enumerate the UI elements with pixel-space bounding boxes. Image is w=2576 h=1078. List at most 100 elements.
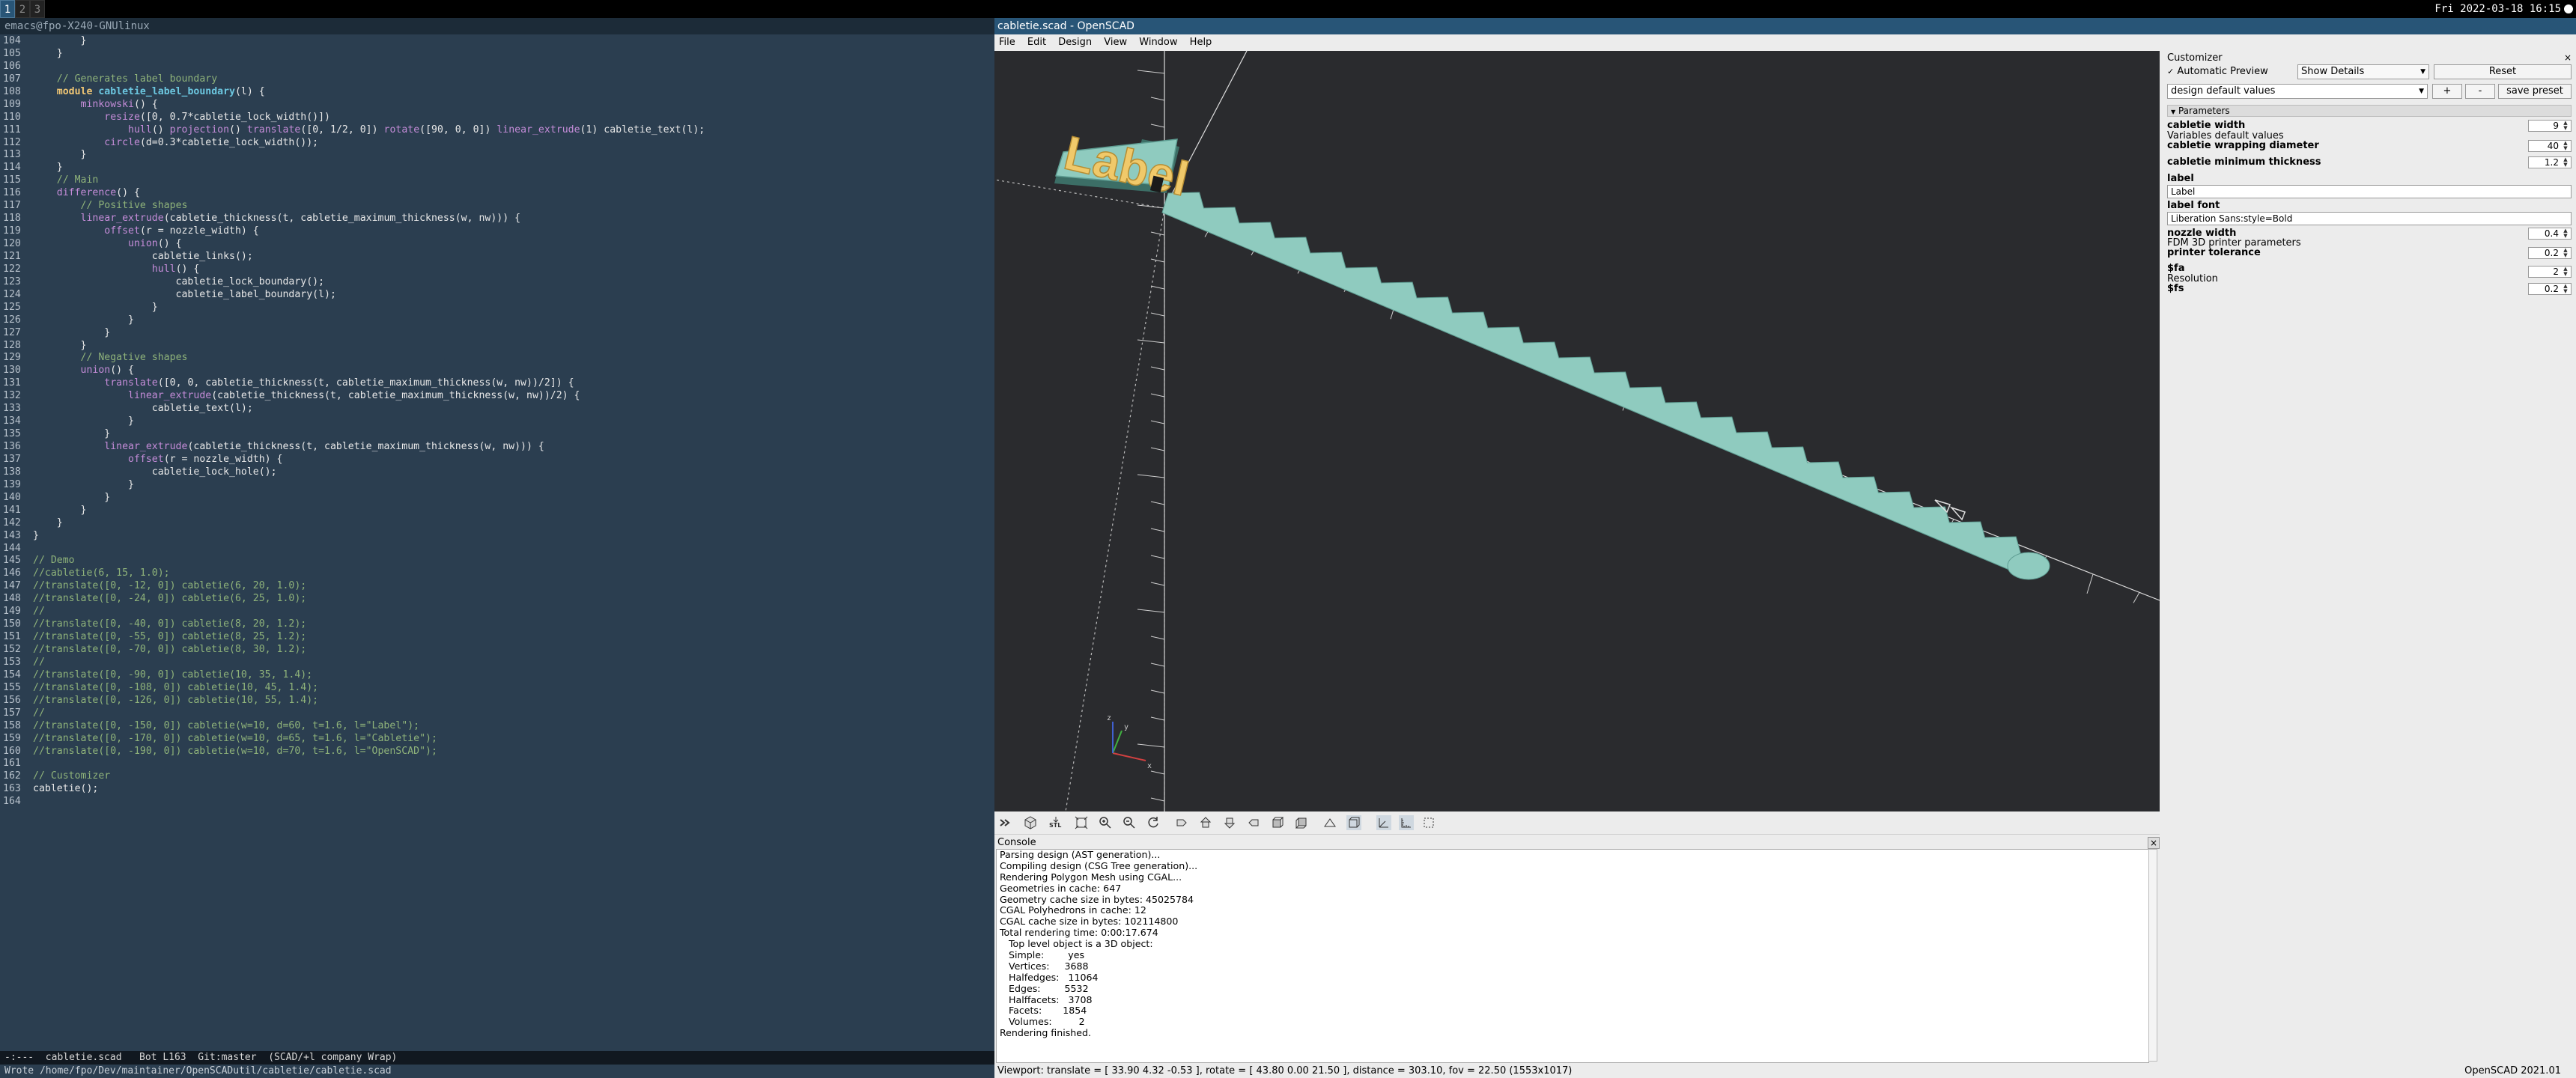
view-left-icon[interactable] xyxy=(1246,815,1261,830)
reset-button[interactable]: Reset xyxy=(2434,64,2572,79)
code-line[interactable]: 127 } xyxy=(0,327,994,340)
perspective-icon[interactable] xyxy=(1322,815,1337,830)
code-line[interactable]: 130 union() { xyxy=(0,365,994,377)
code-line[interactable]: 121 cabletie_links(); xyxy=(0,251,994,264)
code-line[interactable]: 108 module cabletie_label_boundary(l) { xyxy=(0,86,994,99)
code-line[interactable]: 119 offset(r = nozzle_width) { xyxy=(0,225,994,238)
render-icon[interactable] xyxy=(1023,815,1038,830)
zoom-out-icon[interactable] xyxy=(1122,815,1137,830)
param-width-input[interactable]: 9 ▲ ▼ xyxy=(2528,120,2572,132)
param-label-input[interactable]: Label xyxy=(2167,185,2572,198)
code-line[interactable]: 144 xyxy=(0,543,994,555)
code-line[interactable]: 145 // Demo xyxy=(0,555,994,567)
param-fs-input[interactable]: 0.2 ▲ ▼ xyxy=(2528,283,2572,295)
code-line[interactable]: 129 // Negative shapes xyxy=(0,352,994,365)
preset-select[interactable]: design default values ▼ xyxy=(2167,84,2428,99)
view-top-icon[interactable] xyxy=(1198,815,1213,830)
remove-preset-button[interactable]: - xyxy=(2465,84,2495,99)
code-line[interactable]: 161 xyxy=(0,758,994,770)
view-bottom-icon[interactable] xyxy=(1222,815,1237,830)
automatic-preview-checkbox[interactable]: ✓ Automatic Preview xyxy=(2167,66,2268,77)
menu-design[interactable]: Design xyxy=(1054,34,1096,51)
menu-file[interactable]: File xyxy=(994,34,1020,51)
param-fa-input[interactable]: 2 ▲ ▼ xyxy=(2528,266,2572,278)
code-line[interactable]: 104 } xyxy=(0,35,994,48)
code-line[interactable]: 125 } xyxy=(0,302,994,314)
workspace-1-button[interactable]: 1 xyxy=(0,0,15,18)
orthogonal-icon[interactable] xyxy=(1346,815,1361,830)
code-line[interactable]: 155 //translate([0, -108, 0]) cabletie(10… xyxy=(0,682,994,695)
code-line[interactable]: 149 // xyxy=(0,606,994,618)
customizer-close-icon[interactable]: × xyxy=(2564,52,2572,63)
menu-window[interactable]: Window xyxy=(1134,34,1182,51)
param-diameter-input[interactable]: 40 ▲ ▼ xyxy=(2528,140,2572,152)
export-stl-icon[interactable]: STL xyxy=(1048,815,1063,830)
3d-viewport[interactable]: Label z y x xyxy=(994,51,2160,811)
view-all-icon[interactable] xyxy=(1074,815,1089,830)
code-line[interactable]: 146 //cabletie(6, 15, 1.0); xyxy=(0,567,994,580)
code-line[interactable]: 131 translate([0, 0, cabletie_thickness(… xyxy=(0,377,994,390)
workspace-3-button[interactable]: 3 xyxy=(30,0,45,18)
parameters-group-header[interactable]: ▼ Parameters xyxy=(2167,105,2572,117)
console-output[interactable]: Parsing design (AST generation)... Compil… xyxy=(996,849,2149,1063)
code-line[interactable]: 106 xyxy=(0,61,994,73)
code-line[interactable]: 133 cabletie_text(l); xyxy=(0,403,994,415)
code-line[interactable]: 157 // xyxy=(0,707,994,720)
param-min-thickness-input[interactable]: 1.2 ▲ ▼ xyxy=(2528,156,2572,168)
code-line[interactable]: 154 //translate([0, -90, 0]) cabletie(10,… xyxy=(0,669,994,682)
show-details-select[interactable]: Show Details ▼ xyxy=(2297,64,2429,79)
code-line[interactable]: 164 xyxy=(0,796,994,808)
code-line[interactable]: 162 // Customizer xyxy=(0,770,994,783)
code-buffer[interactable]: 104 } 105 } 106 107 // Generates label boun… xyxy=(0,35,994,1053)
show-scale-icon[interactable] xyxy=(1399,815,1414,830)
code-line[interactable]: 110 resize([0, 0.7*cabletie_lock_width()… xyxy=(0,112,994,124)
menu-view[interactable]: View xyxy=(1099,34,1131,51)
code-line[interactable]: 156 //translate([0, -126, 0]) cabletie(10… xyxy=(0,695,994,707)
code-line[interactable]: 132 linear_extrude(cabletie_thickness(t,… xyxy=(0,390,994,403)
menu-edit[interactable]: Edit xyxy=(1023,34,1051,51)
preview-icon[interactable] xyxy=(997,815,1012,830)
code-line[interactable]: 134 } xyxy=(0,415,994,428)
param-tolerance-input[interactable]: 0.2 ▲ ▼ xyxy=(2528,247,2572,259)
param-font-input[interactable]: Liberation Sans:style=Bold xyxy=(2167,212,2572,225)
code-line[interactable]: 141 } xyxy=(0,505,994,517)
code-line[interactable]: 163 cabletie(); xyxy=(0,783,994,796)
code-line[interactable]: 124 cabletie_label_boundary(l); xyxy=(0,289,994,302)
workspace-2-button[interactable]: 2 xyxy=(15,0,30,18)
code-line[interactable]: 109 minkowski() { xyxy=(0,99,994,112)
code-line[interactable]: 150 //translate([0, -40, 0]) cabletie(8, … xyxy=(0,618,994,631)
code-line[interactable]: 122 hull() { xyxy=(0,264,994,276)
code-line[interactable]: 117 // Positive shapes xyxy=(0,200,994,213)
code-line[interactable]: 115 // Main xyxy=(0,174,994,187)
code-line[interactable]: 138 cabletie_lock_hole(); xyxy=(0,466,994,479)
view-right-icon[interactable] xyxy=(1174,815,1189,830)
add-preset-button[interactable]: + xyxy=(2432,84,2462,99)
code-line[interactable]: 116 difference() { xyxy=(0,187,994,200)
code-line[interactable]: 113 } xyxy=(0,149,994,162)
code-line[interactable]: 142 } xyxy=(0,517,994,530)
code-line[interactable]: 123 cabletie_lock_boundary(); xyxy=(0,276,994,289)
view-back-icon[interactable] xyxy=(1294,815,1309,830)
code-line[interactable]: 118 linear_extrude(cabletie_thickness(t,… xyxy=(0,213,994,225)
menu-help[interactable]: Help xyxy=(1185,34,1217,51)
code-line[interactable]: 153 // xyxy=(0,657,994,669)
code-line[interactable]: 112 circle(d=0.3*cabletie_lock_width()); xyxy=(0,137,994,150)
code-line[interactable]: 137 offset(r = nozzle_width) { xyxy=(0,454,994,466)
code-line[interactable]: 126 } xyxy=(0,314,994,327)
code-line[interactable]: 151 //translate([0, -55, 0]) cabletie(8, … xyxy=(0,631,994,644)
power-icon[interactable] xyxy=(2564,4,2573,13)
code-line[interactable]: 158 //translate([0, -150, 0]) cabletie(w=… xyxy=(0,720,994,733)
code-line[interactable]: 147 //translate([0, -12, 0]) cabletie(6, … xyxy=(0,580,994,593)
reset-view-icon[interactable] xyxy=(1146,815,1161,830)
code-line[interactable]: 148 //translate([0, -24, 0]) cabletie(6, … xyxy=(0,593,994,606)
code-line[interactable]: 105 } xyxy=(0,48,994,61)
code-line[interactable]: 128 } xyxy=(0,340,994,353)
save-preset-button[interactable]: save preset xyxy=(2498,84,2572,99)
code-line[interactable]: 114 } xyxy=(0,162,994,174)
param-nozzle-input[interactable]: 0.4 ▲ ▼ xyxy=(2528,228,2572,240)
code-line[interactable]: 136 linear_extrude(cabletie_thickness(t,… xyxy=(0,441,994,454)
code-line[interactable]: 159 //translate([0, -170, 0]) cabletie(w=… xyxy=(0,733,994,746)
code-line[interactable]: 143} xyxy=(0,530,994,543)
show-edges-icon[interactable] xyxy=(1421,815,1436,830)
code-line[interactable]: 120 union() { xyxy=(0,238,994,251)
